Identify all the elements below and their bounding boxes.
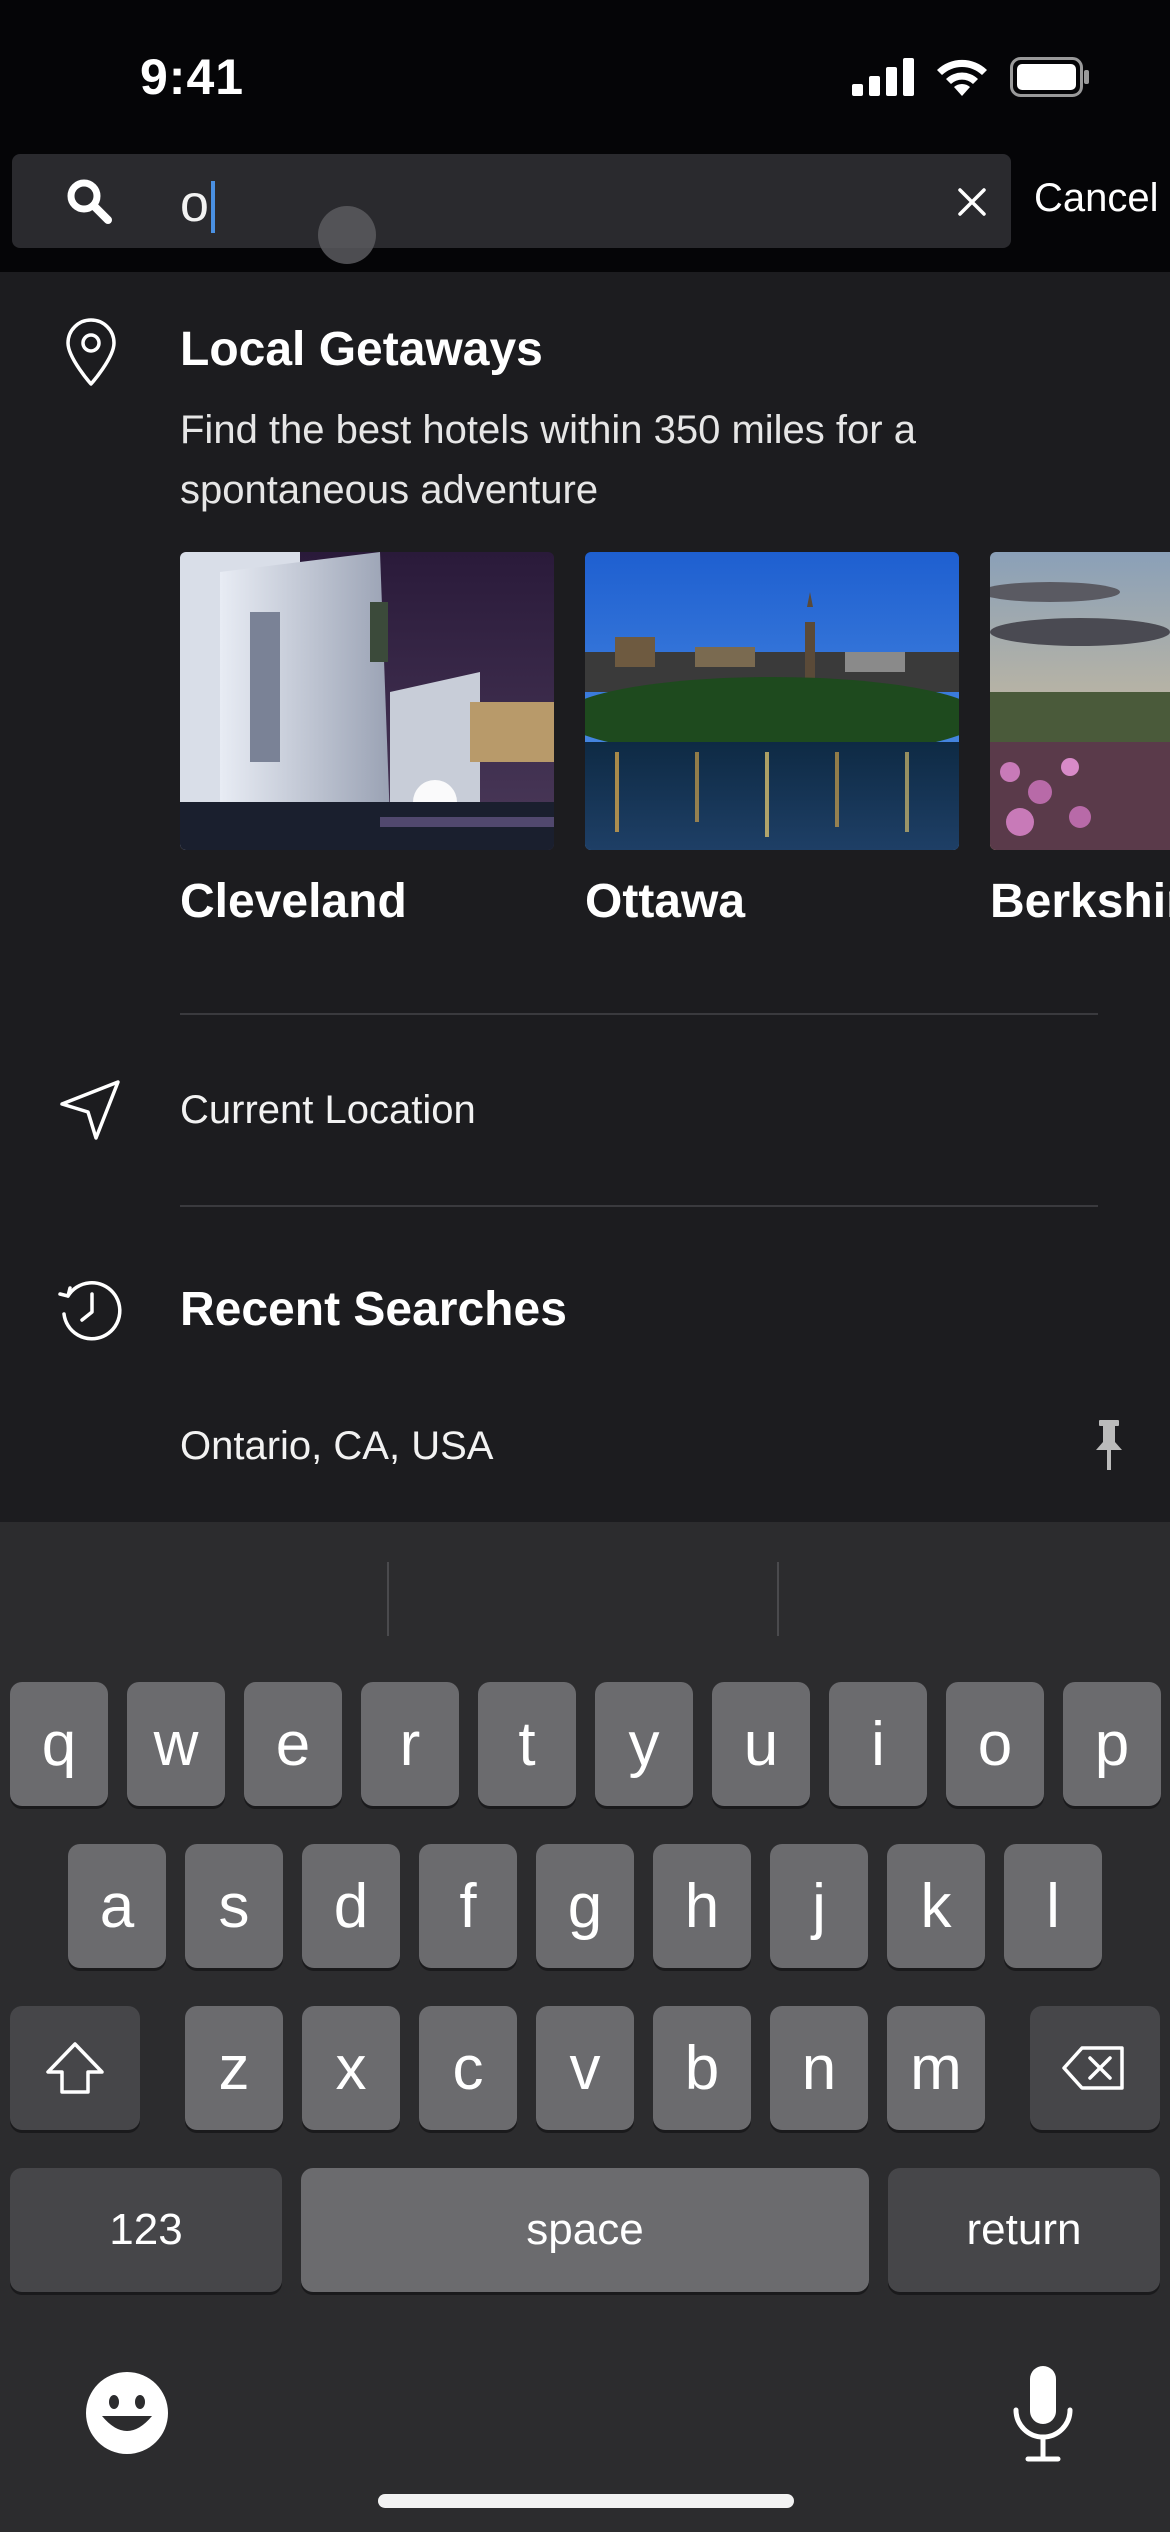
shift-key[interactable] [10, 2006, 140, 2130]
cancel-button[interactable]: Cancel [1034, 176, 1159, 221]
key-x[interactable]: x [302, 2006, 400, 2130]
local-getaways-subtitle: Find the best hotels within 350 miles fo… [180, 408, 916, 512]
key-h[interactable]: h [653, 1844, 751, 1968]
emoji-icon[interactable] [84, 2370, 170, 2456]
key-t[interactable]: t [478, 1682, 576, 1806]
pushpin-icon[interactable] [1094, 1420, 1124, 1470]
search-input[interactable]: o [180, 174, 215, 234]
numbers-key[interactable]: 123 [10, 2168, 282, 2292]
prediction-separator [387, 1562, 389, 1636]
key-d[interactable]: d [302, 1844, 400, 1968]
space-key[interactable]: space [301, 2168, 869, 2292]
local-getaways-title: Local Getaways [180, 323, 543, 376]
key-f[interactable]: f [419, 1844, 517, 1968]
backspace-icon [1062, 2046, 1124, 2090]
recent-searches-title: Recent Searches [180, 1283, 567, 1336]
destination-label: Ottawa [585, 875, 746, 928]
status-time: 9:41 [140, 49, 245, 105]
touch-indicator [318, 206, 376, 264]
berkshires-photo [990, 552, 1170, 850]
search-input-value: o [180, 175, 209, 233]
key-v[interactable]: v [536, 2006, 634, 2130]
key-c[interactable]: c [419, 2006, 517, 2130]
ottawa-photo [585, 552, 959, 850]
key-a[interactable]: a [68, 1844, 166, 1968]
status-bar: 9:41 [0, 0, 1170, 150]
key-l[interactable]: l [1004, 1844, 1102, 1968]
key-u[interactable]: u [712, 1682, 810, 1806]
battery-icon [1010, 57, 1089, 97]
key-q[interactable]: q [10, 1682, 108, 1806]
destination-card-cleveland[interactable]: Cleveland [180, 552, 554, 929]
return-key[interactable]: return [888, 2168, 1160, 2292]
key-j[interactable]: j [770, 1844, 868, 1968]
destination-label: Berkshir [990, 875, 1170, 928]
key-k[interactable]: k [887, 1844, 985, 1968]
recent-search-item[interactable]: Ontario, CA, USA [180, 1424, 493, 1469]
prediction-separator [777, 1562, 779, 1636]
key-o[interactable]: o [946, 1682, 1044, 1806]
key-g[interactable]: g [536, 1844, 634, 1968]
key-s[interactable]: s [185, 1844, 283, 1968]
text-cursor [210, 181, 215, 234]
microphone-icon[interactable] [1008, 2364, 1078, 2464]
divider [180, 1205, 1098, 1207]
shift-arrow-icon [46, 2042, 104, 2094]
destination-carousel[interactable]: Cleveland Ottawa Berkshir [180, 552, 1170, 952]
key-z[interactable]: z [185, 2006, 283, 2130]
home-indicator [378, 2494, 794, 2508]
cellular-signal-icon [852, 58, 914, 96]
current-location-button[interactable]: Current Location [180, 1088, 476, 1133]
cleveland-photo [180, 552, 554, 850]
key-e[interactable]: e [244, 1682, 342, 1806]
divider [180, 1013, 1098, 1015]
delete-key[interactable] [1030, 2006, 1160, 2130]
search-bar[interactable]: o [12, 154, 1011, 248]
key-b[interactable]: b [653, 2006, 751, 2130]
key-r[interactable]: r [361, 1682, 459, 1806]
key-w[interactable]: w [127, 1682, 225, 1806]
destination-card-ottawa[interactable]: Ottawa [585, 552, 959, 929]
key-n[interactable]: n [770, 2006, 868, 2130]
clear-search-icon[interactable] [952, 182, 992, 222]
key-p[interactable]: p [1063, 1682, 1161, 1806]
key-i[interactable]: i [829, 1682, 927, 1806]
key-m[interactable]: m [887, 2006, 985, 2130]
location-arrow-icon [60, 1080, 120, 1140]
history-clock-icon [58, 1281, 122, 1341]
destination-card-berkshires[interactable]: Berkshir [990, 552, 1170, 929]
map-pin-icon [66, 318, 116, 386]
search-icon [67, 179, 112, 224]
key-y[interactable]: y [595, 1682, 693, 1806]
destination-label: Cleveland [180, 875, 407, 928]
wifi-icon [937, 59, 987, 96]
